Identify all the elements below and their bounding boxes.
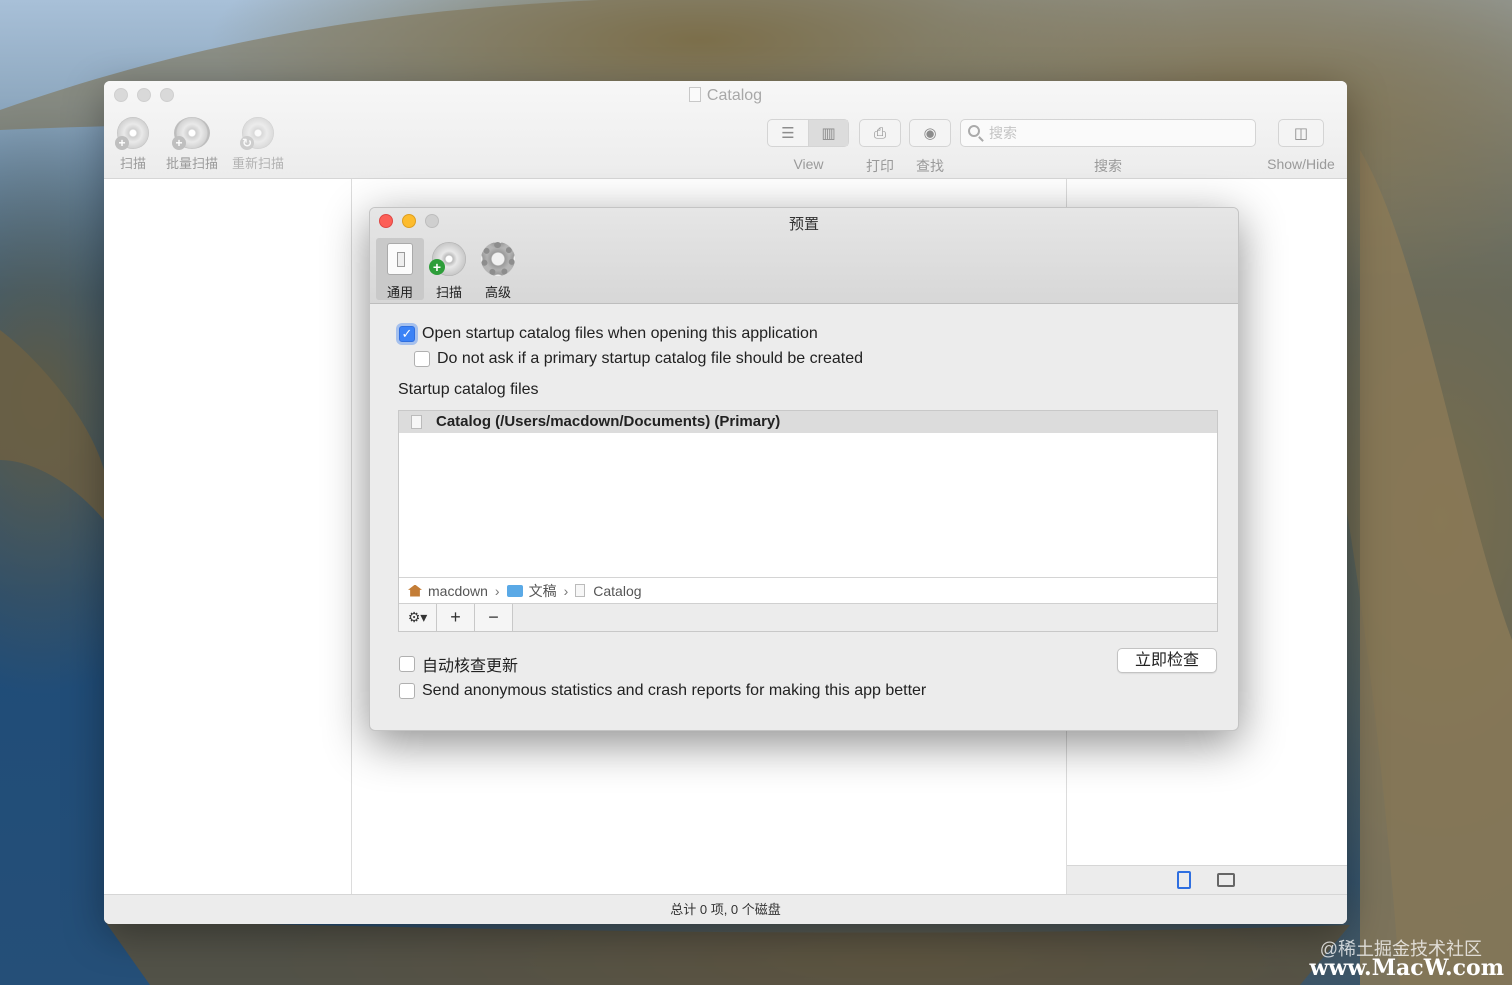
path-item-documents[interactable]: 文稿 <box>506 581 557 601</box>
search-input[interactable]: 搜索 <box>960 119 1256 147</box>
tab-general[interactable]: 通用 <box>376 238 424 300</box>
auto-update-checkbox[interactable]: 自动核查更新 <box>399 652 518 676</box>
inspector-bar <box>1067 865 1347 895</box>
list-item[interactable]: Catalog (/Users/macdown/Documents) (Prim… <box>399 411 1217 433</box>
document-view-icon[interactable] <box>1177 871 1191 889</box>
document-icon <box>688 87 701 102</box>
sidebar-toggle-icon: ◫ <box>1293 125 1309 142</box>
remove-button[interactable]: − <box>475 604 513 631</box>
folder-icon <box>506 584 523 597</box>
print-caption: 打印 <box>866 158 894 174</box>
view-caption: View <box>793 156 824 172</box>
disc-refresh-icon: ↻ <box>240 117 274 150</box>
status-bar: 总计 0 项, 0 个磁盘 <box>104 894 1347 924</box>
switch-icon <box>387 243 413 275</box>
search-icon <box>968 125 980 137</box>
path-item-home[interactable]: macdown <box>408 583 488 599</box>
view-segmented-control[interactable]: ☰ ▥ <box>767 119 849 147</box>
find-caption: 查找 <box>916 158 944 174</box>
add-button[interactable]: + <box>437 604 475 631</box>
main-toolbar: Catalog + 扫描 + 批量扫描 ↻ 重新扫描 ☰ ▥ View ⎙ 打印… <box>104 81 1347 179</box>
printer-icon: ⎙ <box>873 124 886 142</box>
rescan-button[interactable]: ↻ 重新扫描 <box>230 117 286 172</box>
column-view-icon[interactable]: ▥ <box>808 120 848 146</box>
scan-button[interactable]: + 扫描 <box>115 117 150 172</box>
catalog-sidebar[interactable] <box>104 179 352 895</box>
show-hide-button[interactable]: ◫ <box>1278 119 1324 147</box>
image-view-icon[interactable] <box>1217 873 1235 887</box>
checkmark-icon: ✓ <box>399 326 415 342</box>
home-icon <box>408 584 422 597</box>
preferences-window: 预置 通用 + 扫描 高级 ✓ Open startup catalog fil… <box>369 207 1239 731</box>
file-icon <box>575 584 586 597</box>
check-now-button[interactable]: 立即检查 <box>1117 648 1217 673</box>
show-hide-caption: Show/Hide <box>1267 156 1335 172</box>
window-title: Catalog <box>104 87 1347 105</box>
chevron-right-icon: › <box>494 582 500 599</box>
path-item-catalog[interactable]: Catalog <box>575 583 642 599</box>
batch-scan-button[interactable]: + 批量扫描 <box>164 117 220 172</box>
list-controls: ⚙▾ + − <box>399 603 1217 631</box>
startup-files-label: Startup catalog files <box>398 381 539 398</box>
list-view-icon[interactable]: ☰ <box>768 120 808 146</box>
tab-scan[interactable]: + 扫描 <box>425 238 473 300</box>
print-button[interactable]: ⎙ <box>859 119 901 147</box>
disc-add-icon: + <box>115 117 149 150</box>
open-startup-checkbox[interactable]: ✓ Open startup catalog files when openin… <box>399 325 818 343</box>
catalog-file-icon <box>411 415 422 429</box>
startup-catalog-list[interactable]: Catalog (/Users/macdown/Documents) (Prim… <box>398 410 1218 632</box>
path-bar: macdown › 文稿 › Catalog <box>399 577 1217 603</box>
action-gear-button[interactable]: ⚙▾ <box>399 604 437 631</box>
find-button[interactable]: ◉ <box>909 119 951 147</box>
send-stats-checkbox[interactable]: Send anonymous statistics and crash repo… <box>399 682 926 700</box>
chevron-right-icon: › <box>563 582 569 599</box>
discs-add-icon: + <box>172 117 210 150</box>
prefs-title: 预置 <box>788 216 819 233</box>
preferences-toolbar: 预置 通用 + 扫描 高级 <box>370 208 1238 304</box>
gear-icon <box>481 242 515 276</box>
find-icon: ◉ <box>923 125 937 142</box>
tab-advanced[interactable]: 高级 <box>474 238 522 300</box>
search-caption: 搜索 <box>1094 158 1122 174</box>
watermark-logo: www.MacW.com <box>1309 955 1504 981</box>
do-not-ask-checkbox[interactable]: Do not ask if a primary startup catalog … <box>414 350 863 368</box>
